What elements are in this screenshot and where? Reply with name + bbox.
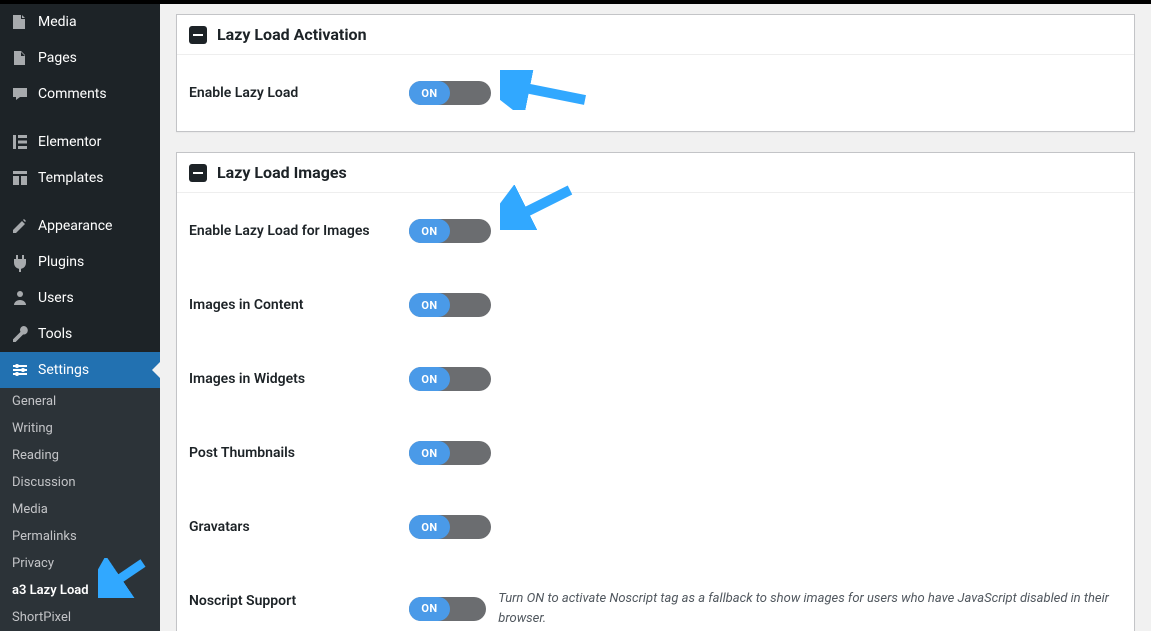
sidebar-item-label: Settings <box>38 362 89 378</box>
comments-icon <box>10 84 30 104</box>
collapse-icon[interactable] <box>189 26 207 44</box>
panel-lazy-load-activation: Lazy Load Activation Enable Lazy Load ON <box>176 14 1135 132</box>
submenu-permalinks[interactable]: Permalinks <box>0 523 160 550</box>
label-images-in-widgets: Images in Widgets <box>189 367 409 387</box>
sidebar-item-plugins[interactable]: Plugins <box>0 244 160 280</box>
submenu-shortpixel[interactable]: ShortPixel <box>0 604 160 631</box>
sidebar-item-label: Elementor <box>38 134 101 150</box>
noscript-description: Turn ON to activate Noscript tag as a fa… <box>498 589 1122 628</box>
sidebar-item-label: Appearance <box>38 218 112 234</box>
label-noscript-support: Noscript Support <box>189 589 409 609</box>
sidebar-item-pages[interactable]: Pages <box>0 40 160 76</box>
templates-icon <box>10 168 30 188</box>
users-icon <box>10 288 30 308</box>
submenu-a3-lazy-load[interactable]: a3 Lazy Load <box>0 577 160 604</box>
toggle-text: ON <box>409 81 450 105</box>
sidebar-item-templates[interactable]: Templates <box>0 160 160 196</box>
toggle-noscript-support[interactable]: ON <box>409 597 486 621</box>
toggle-text: ON <box>409 293 450 317</box>
submenu-privacy[interactable]: Privacy <box>0 550 160 577</box>
submenu-general[interactable]: General <box>0 388 160 415</box>
panel-header[interactable]: Lazy Load Images <box>177 153 1134 193</box>
sidebar-item-label: Templates <box>38 170 104 186</box>
sidebar-item-label: Pages <box>38 50 77 66</box>
toggle-text: ON <box>409 367 450 391</box>
panel-lazy-load-images: Lazy Load Images Enable Lazy Load for Im… <box>176 152 1135 631</box>
sidebar-item-media[interactable]: Media <box>0 4 160 40</box>
settings-icon <box>10 360 30 380</box>
content-area: Lazy Load Activation Enable Lazy Load ON… <box>160 4 1151 631</box>
sidebar-item-label: Media <box>38 14 77 30</box>
label-post-thumbnails: Post Thumbnails <box>189 441 409 461</box>
appearance-icon <box>10 216 30 236</box>
toggle-enable-lazy-load-images[interactable]: ON <box>409 219 491 243</box>
sidebar-item-label: Comments <box>38 86 107 102</box>
label-enable-lazy-load-images: Enable Lazy Load for Images <box>189 219 409 239</box>
sidebar-item-label: Users <box>38 290 74 306</box>
sidebar-item-comments[interactable]: Comments <box>0 76 160 112</box>
toggle-images-in-widgets[interactable]: ON <box>409 367 491 391</box>
panel-title: Lazy Load Activation <box>217 25 367 44</box>
sidebar-item-label: Tools <box>38 326 72 342</box>
media-icon <box>10 12 30 32</box>
submenu-discussion[interactable]: Discussion <box>0 469 160 496</box>
sidebar-item-appearance[interactable]: Appearance <box>0 208 160 244</box>
submenu-writing[interactable]: Writing <box>0 415 160 442</box>
toggle-text: ON <box>409 219 450 243</box>
submenu-reading[interactable]: Reading <box>0 442 160 469</box>
pages-icon <box>10 48 30 68</box>
collapse-icon[interactable] <box>189 164 207 182</box>
toggle-enable-lazy-load[interactable]: ON <box>409 81 491 105</box>
toggle-gravatars[interactable]: ON <box>409 515 491 539</box>
sidebar-item-elementor[interactable]: Elementor <box>0 124 160 160</box>
settings-submenu: General Writing Reading Discussion Media… <box>0 388 160 631</box>
tools-icon <box>10 324 30 344</box>
admin-sidebar: Media Pages Comments Elementor Templates… <box>0 4 160 631</box>
toggle-text: ON <box>409 515 450 539</box>
label-gravatars: Gravatars <box>189 515 409 535</box>
sidebar-item-settings[interactable]: Settings <box>0 352 160 388</box>
toggle-post-thumbnails[interactable]: ON <box>409 441 491 465</box>
elementor-icon <box>10 132 30 152</box>
label-enable-lazy-load: Enable Lazy Load <box>189 81 409 101</box>
panel-title: Lazy Load Images <box>217 163 347 182</box>
toggle-text: ON <box>409 441 450 465</box>
sidebar-item-label: Plugins <box>38 254 84 270</box>
sidebar-item-users[interactable]: Users <box>0 280 160 316</box>
panel-header[interactable]: Lazy Load Activation <box>177 15 1134 55</box>
plugins-icon <box>10 252 30 272</box>
toggle-text: ON <box>409 597 450 621</box>
submenu-media[interactable]: Media <box>0 496 160 523</box>
label-images-in-content: Images in Content <box>189 293 409 313</box>
toggle-images-in-content[interactable]: ON <box>409 293 491 317</box>
sidebar-item-tools[interactable]: Tools <box>0 316 160 352</box>
